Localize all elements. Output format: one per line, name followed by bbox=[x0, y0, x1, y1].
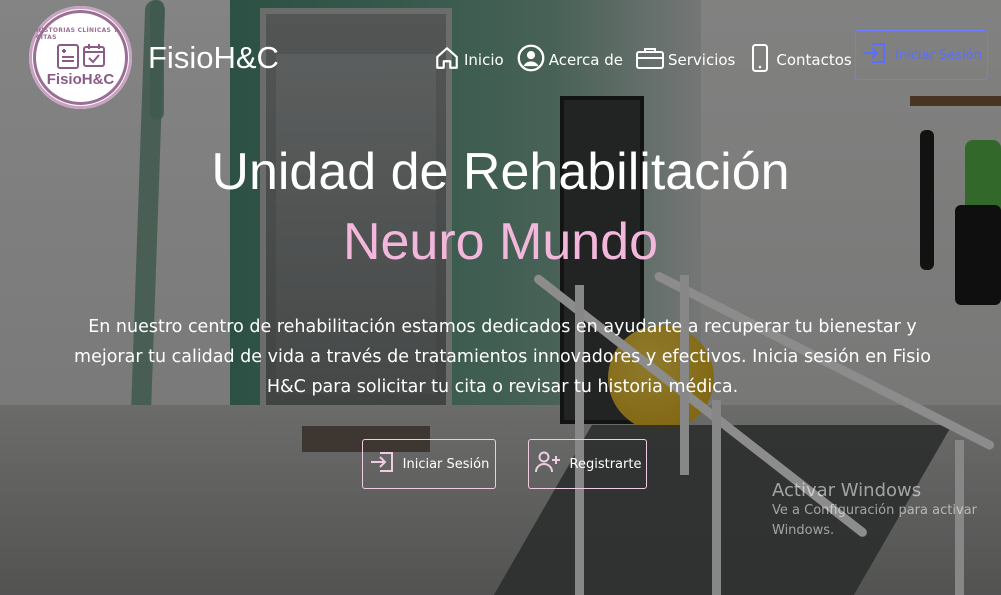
user-circle-icon bbox=[517, 44, 549, 76]
nav-item-servicios[interactable]: Servicios bbox=[635, 46, 736, 74]
windows-activation-watermark: Activar Windows Ve a Configuración para … bbox=[772, 480, 992, 541]
nav-label: Inicio bbox=[464, 51, 504, 69]
brand-name[interactable]: FisioH&C bbox=[148, 40, 279, 76]
nav-item-contactos[interactable]: Contactos bbox=[748, 44, 852, 76]
watermark-subtitle: Ve a Configuración para activar Windows. bbox=[772, 503, 977, 538]
login-icon bbox=[369, 450, 395, 478]
nav-label: Acerca de bbox=[548, 51, 623, 69]
nav-label: Contactos bbox=[776, 51, 852, 69]
logo[interactable]: HISTORIAS CLÍNICAS Y CITAS FisioH&C bbox=[29, 6, 132, 109]
hero-login-label: Iniciar Sesión bbox=[402, 456, 490, 472]
hero-register-label: Registrarte bbox=[569, 456, 642, 472]
logo-arc-text: HISTORIAS CLÍNICAS Y CITAS bbox=[36, 27, 119, 41]
home-icon bbox=[434, 45, 464, 75]
calendar-check-icon bbox=[82, 43, 105, 69]
hero-login-button[interactable]: Iniciar Sesión bbox=[362, 439, 496, 489]
hero-title: Unidad de Rehabilitación bbox=[211, 143, 790, 201]
nav-item-acerca-de[interactable]: Acerca de bbox=[517, 44, 623, 76]
nav-login-button[interactable]: Iniciar Sesión bbox=[855, 30, 988, 80]
briefcase-icon bbox=[635, 46, 668, 74]
clipboard-icon bbox=[56, 43, 79, 69]
main-nav: Inicio Acerca de Servicios Contactos bbox=[434, 44, 865, 76]
hero-description: En nuestro centro de rehabilitación esta… bbox=[74, 317, 931, 397]
nav-login-label: Iniciar Sesión bbox=[895, 47, 982, 63]
logo-name: FisioH&C bbox=[46, 71, 115, 88]
nav-item-inicio[interactable]: Inicio bbox=[434, 45, 504, 75]
login-icon bbox=[861, 41, 887, 69]
user-plus-icon bbox=[534, 450, 562, 478]
watermark-title: Activar Windows bbox=[772, 480, 922, 501]
nav-label: Servicios bbox=[667, 51, 736, 69]
hero-subtitle: Neuro Mundo bbox=[342, 213, 659, 271]
hero-register-button[interactable]: Registrarte bbox=[528, 439, 647, 489]
phone-icon bbox=[748, 44, 776, 76]
